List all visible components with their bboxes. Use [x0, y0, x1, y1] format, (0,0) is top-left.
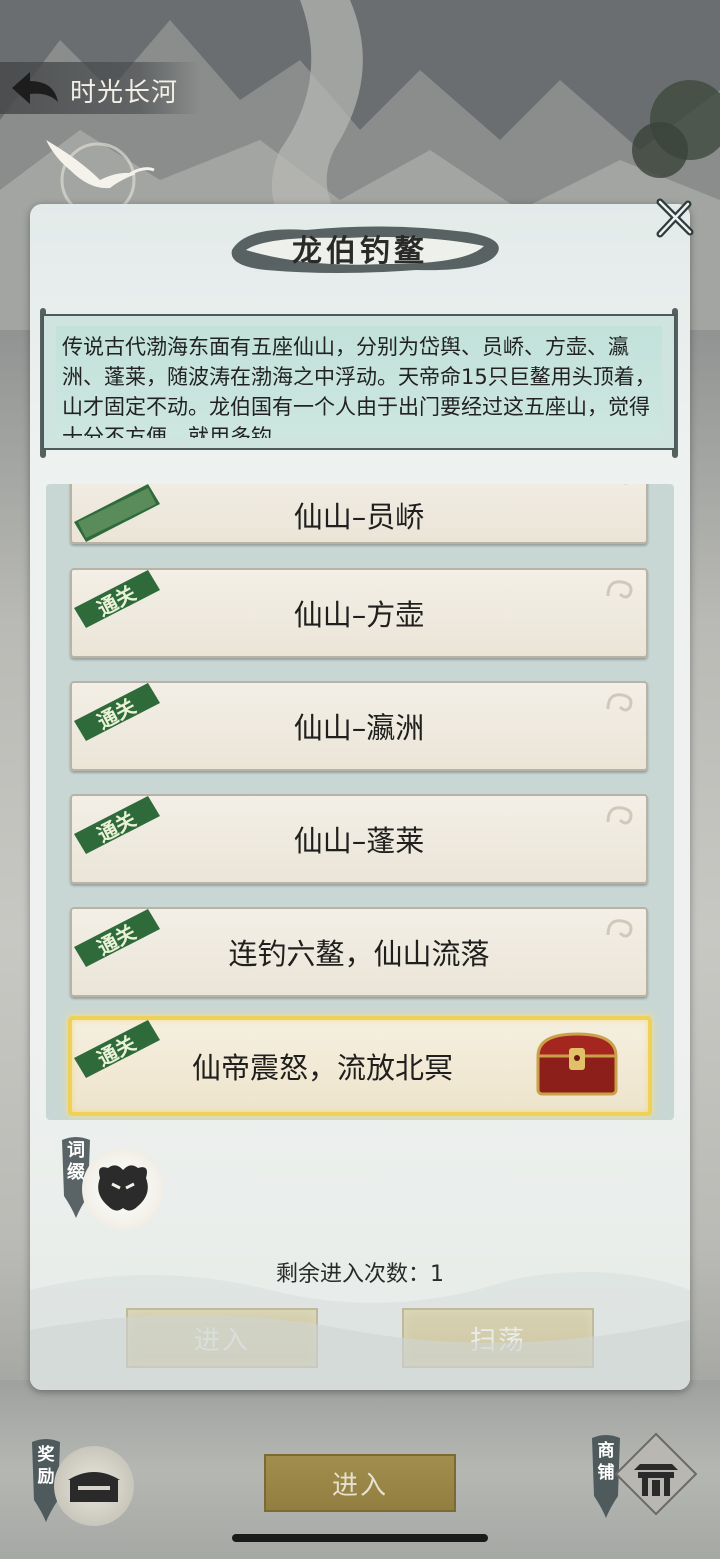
description-text: 传说古代渤海东面有五座仙山，分别为岱舆、员峤、方壶、瀛洲、蓬莱，随波涛在渤海之中…	[62, 335, 656, 438]
bottom-enter-button[interactable]: 进入	[264, 1454, 456, 1512]
reward-tag-label: 奖励	[37, 1445, 55, 1487]
crane-icon	[46, 140, 155, 210]
affix-beast-icon[interactable]	[82, 1148, 164, 1230]
stage-modal: 龙伯钓鳌 传说古代渤海东面有五座仙山，分别为岱舆、员峤、方壶、瀛洲、蓬莱，随波涛…	[30, 204, 690, 1390]
cloud-swirl-icon	[606, 919, 633, 938]
stage-item-penglai[interactable]: 通关 仙山–蓬莱	[70, 794, 648, 884]
enter-button[interactable]: 进入	[126, 1308, 318, 1368]
shop-gate-icon[interactable]	[612, 1430, 700, 1518]
reward-chest-icon[interactable]	[54, 1446, 134, 1526]
description-area[interactable]: 传说古代渤海东面有五座仙山，分别为岱舆、员峤、方壶、瀛洲、蓬莱，随波涛在渤海之中…	[56, 326, 662, 438]
stage-item-six-turtles[interactable]: 通关 连钓六鳌，仙山流落	[70, 907, 648, 997]
stage-list[interactable]: 仙山–员峤 通关 仙山–方壶 通关 仙山–瀛洲 通关 仙山–蓬莱 通关 连钓六鳌…	[46, 484, 674, 1120]
stage-name: 仙山–瀛洲	[293, 711, 425, 745]
remaining-entries: 剩余进入次数：1	[276, 1262, 444, 1287]
cloud-swirl-icon	[623, 484, 628, 485]
stage-name: 仙山–蓬莱	[293, 824, 425, 858]
bottom-enter-label: 进入	[331, 1470, 388, 1501]
home-indicator[interactable]	[232, 1534, 488, 1542]
cloud-swirl-icon	[606, 693, 633, 712]
description-scroll[interactable]: 传说古代渤海东面有五座仙山，分别为岱舆、员峤、方壶、瀛洲、蓬莱，随波涛在渤海之中…	[42, 314, 676, 450]
sweep-button[interactable]: 扫荡	[402, 1308, 594, 1368]
cloud-swirl-icon	[606, 806, 633, 825]
stage-name: 连钓六鳌，仙山流落	[228, 937, 490, 971]
close-icon[interactable]	[652, 196, 696, 240]
stage-item-yingzhou[interactable]: 通关 仙山–瀛洲	[70, 681, 648, 771]
sweep-button-label: 扫荡	[469, 1325, 526, 1356]
back-bar[interactable]: 时光长河	[0, 62, 200, 114]
modal-title: 龙伯钓鳌	[292, 234, 428, 269]
stage-item-exile-beiming[interactable]: 通关 仙帝震怒，流放北冥	[68, 1016, 652, 1116]
treasure-chest-icon[interactable]	[532, 1028, 622, 1100]
back-arrow-icon[interactable]	[8, 68, 62, 108]
cloud-swirl-icon	[606, 580, 633, 599]
stage-item-yuanqiao[interactable]: 仙山–员峤	[70, 484, 648, 544]
stage-item-fanghu[interactable]: 通关 仙山–方壶	[70, 568, 648, 658]
stage-name: 仙山–员峤	[293, 500, 425, 534]
enter-button-label: 进入	[193, 1325, 250, 1356]
stage-name: 仙山–方壶	[293, 598, 425, 632]
back-title: 时光长河	[70, 78, 179, 108]
